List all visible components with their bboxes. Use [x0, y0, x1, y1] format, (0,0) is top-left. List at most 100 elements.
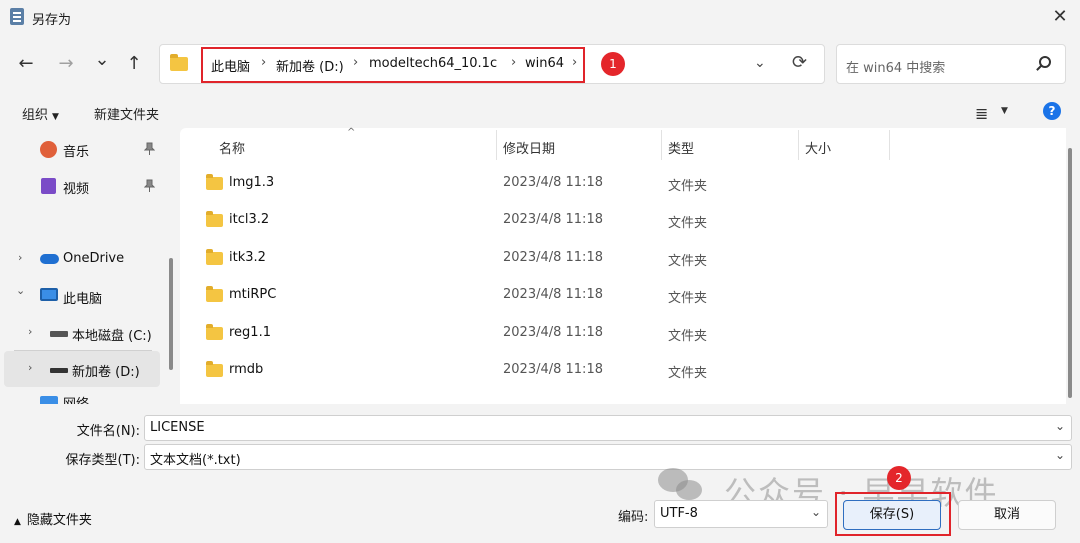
sidebar-item-new-volume-d[interactable]: › 新加卷 (D:): [4, 351, 160, 387]
drive-icon: [50, 331, 68, 337]
breadcrumb-drive-d[interactable]: 新加卷 (D:): [276, 56, 344, 75]
sidebar-item-network[interactable]: 网络: [0, 390, 162, 404]
folder-icon: [206, 286, 223, 302]
wechat-watermark-icon: [676, 480, 702, 500]
chevron-right-icon[interactable]: ›: [28, 361, 32, 374]
encoding-select[interactable]: UTF-8 ⌄: [654, 500, 828, 528]
address-dropdown-icon[interactable]: ⌄: [754, 55, 766, 71]
encoding-label: 编码:: [618, 510, 649, 525]
network-icon: [40, 396, 58, 404]
navigation-pane: 音乐 视频 › OneDrive ⌄ 此电脑 › 本地磁盘 (C:) › 新加卷…: [0, 128, 176, 404]
column-divider[interactable]: [661, 130, 662, 160]
computer-icon: [40, 288, 58, 301]
chevron-down-icon: ▼: [52, 112, 59, 122]
breadcrumb-this-pc[interactable]: 此电脑: [211, 56, 250, 75]
file-name: rmdb: [229, 362, 264, 377]
chevron-down-icon[interactable]: ⌄: [1055, 419, 1065, 433]
file-type: 文件夹: [668, 179, 708, 194]
file-type: 文件夹: [668, 329, 708, 344]
sidebar-item-label: 本地磁盘 (C:): [72, 329, 152, 344]
breadcrumb-separator-icon[interactable]: ›: [353, 55, 358, 70]
file-name: lmg1.3: [229, 175, 275, 190]
file-date: 2023/4/8 11:18: [503, 175, 603, 190]
file-type: 文件夹: [668, 366, 708, 381]
chevron-down-icon[interactable]: ⌄: [16, 284, 25, 297]
column-header-type[interactable]: 类型: [668, 138, 694, 157]
column-divider[interactable]: [496, 130, 497, 160]
filename-value: LICENSE: [150, 420, 205, 435]
encoding-value: UTF-8: [660, 506, 698, 521]
file-date: 2023/4/8 11:18: [503, 362, 603, 377]
video-icon: [41, 178, 56, 194]
hide-folders-toggle[interactable]: ▲ 隐藏文件夹: [14, 509, 92, 528]
annotation-badge-1: 1: [601, 52, 625, 76]
sidebar-item-this-pc[interactable]: ⌄ 此电脑: [0, 278, 162, 314]
filename-label: 文件名(N):: [76, 424, 140, 439]
annotation-badge-2: 2: [887, 466, 911, 490]
chevron-down-icon[interactable]: ⌄: [1055, 448, 1065, 462]
chevron-right-icon[interactable]: ›: [18, 251, 22, 264]
address-bar[interactable]: 此电脑 › 新加卷 (D:) › modeltech64_10.1c › win…: [159, 44, 825, 84]
file-list: ^ 名称 修改日期 类型 大小 lmg1.3 2023/4/8 11:18 文件…: [180, 127, 1066, 404]
view-options-icon[interactable]: ≣: [975, 104, 988, 123]
table-row[interactable]: lmg1.3 2023/4/8 11:18 文件夹: [180, 165, 1060, 202]
breadcrumb-separator-icon[interactable]: ›: [511, 55, 516, 70]
folder-icon: [206, 361, 223, 377]
file-name: mtiRPC: [229, 287, 277, 302]
sidebar-item-videos[interactable]: 视频: [0, 168, 162, 204]
table-row[interactable]: itk3.2 2023/4/8 11:18 文件夹: [180, 240, 1060, 277]
sidebar-item-label: 此电脑: [63, 292, 103, 307]
sidebar-item-local-disk-c[interactable]: › 本地磁盘 (C:): [0, 315, 162, 351]
chevron-down-icon[interactable]: ⌄: [811, 505, 821, 519]
folder-icon: [206, 249, 223, 265]
column-header-name[interactable]: 名称: [219, 138, 245, 157]
filetype-label: 保存类型(T):: [65, 453, 140, 468]
help-icon[interactable]: ?: [1043, 102, 1061, 120]
folder-icon: [170, 54, 188, 71]
file-list-scrollbar[interactable]: [1068, 148, 1072, 398]
file-name: reg1.1: [229, 325, 271, 340]
recent-locations-chevron-icon[interactable]: ⌄: [90, 48, 114, 72]
file-type: 文件夹: [668, 291, 708, 306]
back-arrow-icon[interactable]: ←: [14, 52, 38, 76]
sidebar-item-music[interactable]: 音乐: [0, 131, 162, 167]
cloud-icon: [40, 254, 59, 264]
up-arrow-icon[interactable]: ↑: [122, 52, 146, 76]
file-name: itk3.2: [229, 250, 266, 265]
search-input[interactable]: 在 win64 中搜索: [836, 44, 1066, 84]
file-type: 文件夹: [668, 254, 708, 269]
breadcrumb-separator-icon[interactable]: ›: [261, 55, 266, 70]
filetype-value: 文本文档(*.txt): [150, 453, 241, 468]
breadcrumb-modeltech[interactable]: modeltech64_10.1c: [369, 56, 497, 71]
save-button[interactable]: 保存(S): [843, 500, 941, 530]
folder-icon: [206, 324, 223, 340]
hide-folders-label: 隐藏文件夹: [26, 513, 92, 528]
nav-scrollbar[interactable]: [169, 258, 173, 370]
column-divider[interactable]: [798, 130, 799, 160]
breadcrumb-separator-icon[interactable]: ›: [572, 55, 577, 70]
cancel-button[interactable]: 取消: [958, 500, 1056, 530]
refresh-icon[interactable]: ⟳: [792, 52, 807, 73]
search-icon[interactable]: [1039, 56, 1051, 68]
chevron-right-icon[interactable]: ›: [28, 325, 32, 338]
column-header-date[interactable]: 修改日期: [503, 138, 555, 157]
column-divider[interactable]: [889, 130, 890, 160]
organize-menu-button[interactable]: 组织 ▼: [22, 104, 59, 123]
filename-field[interactable]: LICENSE ⌄: [144, 415, 1072, 441]
close-icon[interactable]: ✕: [1046, 3, 1074, 31]
filetype-select[interactable]: 文本文档(*.txt) ⌄: [144, 444, 1072, 470]
sidebar-item-onedrive[interactable]: › OneDrive: [0, 241, 162, 277]
forward-arrow-icon[interactable]: →: [54, 52, 78, 76]
new-folder-button[interactable]: 新建文件夹: [94, 104, 159, 123]
pin-icon: [143, 142, 156, 158]
sidebar-item-label: 音乐: [63, 145, 90, 160]
chevron-down-icon[interactable]: ▼: [1001, 106, 1008, 116]
table-row[interactable]: reg1.1 2023/4/8 11:18 文件夹: [180, 315, 1060, 352]
table-row[interactable]: itcl3.2 2023/4/8 11:18 文件夹: [180, 202, 1060, 239]
sidebar-item-label: 视频: [63, 182, 90, 197]
sidebar-item-label: 新加卷 (D:): [72, 365, 140, 380]
breadcrumb-win64[interactable]: win64: [525, 56, 564, 71]
table-row[interactable]: mtiRPC 2023/4/8 11:18 文件夹: [180, 277, 1060, 314]
column-header-size[interactable]: 大小: [805, 138, 831, 157]
table-row[interactable]: rmdb 2023/4/8 11:18 文件夹: [180, 352, 1060, 389]
